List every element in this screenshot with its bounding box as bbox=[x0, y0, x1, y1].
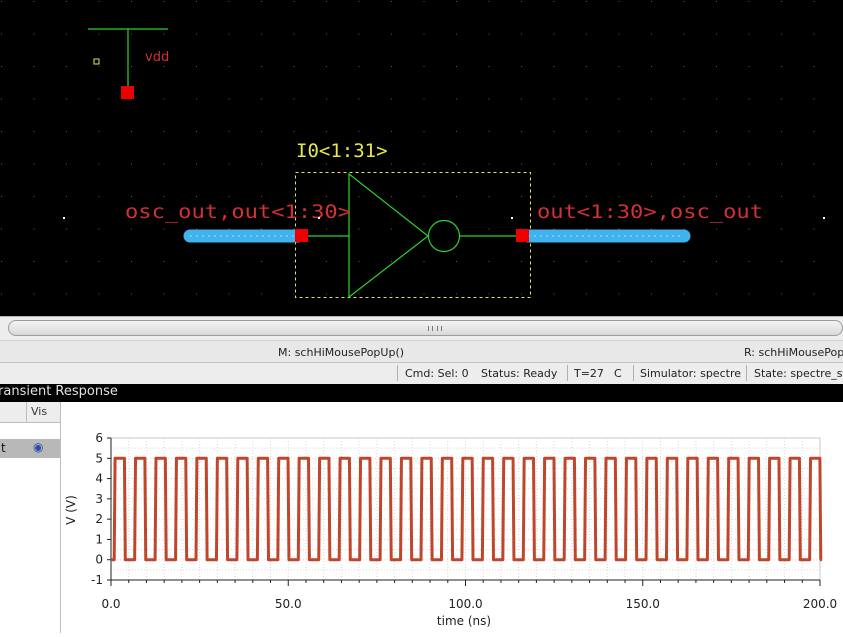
y-tick-label: 6 bbox=[95, 431, 103, 445]
header-divider bbox=[26, 402, 27, 422]
x-axis-ticks: 0.0 50.0 100.0 150.0 200.0 bbox=[101, 580, 837, 611]
grid-marker-right bbox=[823, 217, 825, 219]
output-pin[interactable] bbox=[516, 229, 529, 242]
vdd-pin[interactable] bbox=[121, 86, 134, 99]
x-tick-label: 0.0 bbox=[101, 597, 120, 611]
grid-marker-center bbox=[318, 217, 320, 219]
status-temperature-unit: C bbox=[614, 367, 622, 380]
status-cmd: Cmd: Sel: 0 bbox=[405, 367, 469, 380]
x-tick-label: 150.0 bbox=[626, 597, 660, 611]
x-tick-label: 100.0 bbox=[448, 597, 482, 611]
x-tick-label: 200.0 bbox=[803, 597, 837, 611]
input-pin[interactable] bbox=[295, 229, 308, 242]
y-tick-label: 2 bbox=[95, 512, 103, 526]
grid-marker-left bbox=[63, 217, 65, 219]
schematic-drawing[interactable]: vdd I0<1:31> osc_out,out<1:30> out<1:30>… bbox=[0, 0, 843, 316]
waveform-window-title: Transient Response bbox=[0, 384, 118, 399]
status-separator bbox=[397, 365, 398, 381]
signal-list-header: Vis bbox=[0, 402, 60, 423]
status-bar: Cmd: Sel: 0 Status: Ready T=27 C Simulat… bbox=[0, 362, 843, 385]
right-mouse-binding: R: schHiMousePopUp() bbox=[744, 346, 843, 359]
x-tick-label: 50.0 bbox=[275, 597, 302, 611]
scrollbar-thumb[interactable] bbox=[8, 320, 843, 336]
grid-marker-right-center bbox=[511, 217, 513, 219]
y-axis-ticks: -1 0 1 2 3 4 5 6 bbox=[91, 431, 111, 587]
status-separator bbox=[746, 365, 747, 381]
grid-dots bbox=[0, 0, 843, 316]
vdd-label: vdd bbox=[145, 50, 169, 65]
y-tick-label: 4 bbox=[95, 472, 103, 486]
y-tick-label: -1 bbox=[91, 573, 103, 587]
mouse-binding-bar: M: schHiMousePopUp() R: schHiMousePopUp(… bbox=[0, 340, 843, 363]
status-simulator: Simulator: spectre bbox=[640, 367, 741, 380]
status-temperature: T=27 bbox=[574, 367, 604, 380]
waveform-window: Vis t ◉ -1 0 1 2 3 4 5 6 0.0 50.0 100.0 150.0 200.0… bbox=[0, 402, 843, 633]
right-net-label: out<1:30>,osc_out bbox=[537, 201, 763, 223]
status-state: State: spectre_state1 bbox=[754, 367, 843, 380]
visibility-column-header: Vis bbox=[31, 405, 48, 418]
y-tick-label: 3 bbox=[95, 492, 103, 506]
y-axis-label: V (V) bbox=[64, 495, 78, 525]
y-tick-label: 0 bbox=[95, 553, 103, 567]
plot-canvas[interactable]: -1 0 1 2 3 4 5 6 0.0 50.0 100.0 150.0 200.0 V (V) t… bbox=[60, 402, 843, 633]
signal-name: t bbox=[1, 441, 6, 455]
instance-label: I0<1:31> bbox=[296, 140, 388, 162]
status-separator bbox=[567, 365, 568, 381]
left-net-label: osc_out,out<1:30> bbox=[125, 201, 351, 223]
schematic-canvas[interactable]: vdd I0<1:31> osc_out,out<1:30> out<1:30>… bbox=[0, 0, 843, 316]
signal-row[interactable]: t ◉ bbox=[0, 439, 60, 458]
middle-mouse-binding: M: schHiMousePopUp() bbox=[278, 346, 405, 359]
status-ready: Status: Ready bbox=[481, 367, 558, 380]
waveform-plot[interactable]: -1 0 1 2 3 4 5 6 0.0 50.0 100.0 150.0 200.0 V (V) t… bbox=[60, 402, 843, 633]
horizontal-scrollbar[interactable] bbox=[0, 316, 843, 341]
status-separator bbox=[633, 365, 634, 381]
y-tick-label: 5 bbox=[95, 451, 103, 465]
signal-list-panel: Vis t ◉ bbox=[0, 402, 61, 633]
y-tick-label: 1 bbox=[95, 532, 103, 546]
eye-icon[interactable]: ◉ bbox=[33, 440, 43, 454]
x-axis-label: time (ns) bbox=[437, 614, 491, 628]
scrollbar-grip-icon bbox=[428, 326, 442, 331]
waveform-window-titlebar[interactable]: Transient Response bbox=[0, 384, 843, 402]
